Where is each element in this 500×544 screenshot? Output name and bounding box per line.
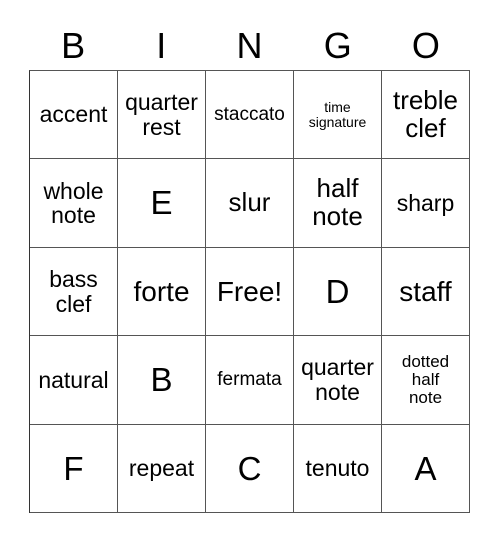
header-letter-b: B — [61, 25, 86, 66]
bingo-cell[interactable]: treble clef — [382, 71, 470, 160]
bingo-cell[interactable]: time signature — [294, 71, 382, 160]
bingo-cell[interactable]: natural — [30, 336, 118, 425]
bingo-cell-free[interactable]: Free! — [206, 247, 294, 337]
bingo-cell-label: F — [63, 449, 84, 487]
bingo-cell-label: whole note — [43, 177, 104, 229]
bingo-row: bass clef forte Free! D staff — [30, 247, 470, 337]
bingo-cell-label: natural — [38, 366, 109, 393]
bingo-cell-label: repeat — [128, 455, 195, 482]
bingo-row: F repeat C tenuto A — [30, 424, 470, 514]
bingo-card: B I N G O accent quarter rest staccato t… — [0, 0, 500, 544]
bingo-cell[interactable]: staff — [382, 247, 470, 337]
bingo-cell[interactable]: quarter note — [294, 336, 382, 425]
bingo-cell[interactable]: tenuto — [294, 424, 382, 514]
bingo-cell[interactable]: A — [382, 424, 470, 514]
bingo-cell-label: staccato — [214, 103, 285, 125]
bingo-cell-label: sharp — [396, 189, 455, 216]
bingo-cell-label: tenuto — [305, 455, 370, 482]
bingo-grid: accent quarter rest staccato time signat… — [29, 70, 470, 514]
bingo-cell-label: treble clef — [392, 84, 459, 143]
bingo-cell[interactable]: accent — [30, 71, 118, 160]
bingo-cell-label: bass clef — [49, 265, 98, 317]
header-letter-n: N — [236, 25, 263, 66]
bingo-cell-label: accent — [39, 101, 108, 128]
bingo-cell[interactable]: fermata — [206, 336, 294, 425]
bingo-row: natural B fermata quarter note dotted ha… — [30, 336, 470, 425]
bingo-cell-label: time signature — [308, 98, 367, 130]
bingo-cell-label: Free! — [216, 275, 283, 307]
bingo-cell[interactable]: bass clef — [30, 247, 118, 337]
bingo-cell-label: quarter note — [301, 354, 374, 405]
bingo-cell[interactable]: C — [206, 424, 294, 514]
bingo-cell[interactable]: E — [118, 159, 206, 248]
bingo-cell-label: staff — [399, 275, 452, 307]
bingo-cell[interactable]: F — [30, 424, 118, 514]
bingo-cell-label: B — [150, 361, 173, 399]
header-letter-i: I — [156, 25, 167, 66]
bingo-cell[interactable]: quarter rest — [118, 71, 206, 160]
bingo-cell[interactable]: repeat — [118, 424, 206, 514]
bingo-cell[interactable]: whole note — [30, 159, 118, 248]
bingo-header-row: B I N G O — [29, 22, 470, 70]
bingo-cell[interactable]: slur — [206, 159, 294, 248]
bingo-cell[interactable]: half note — [294, 159, 382, 248]
bingo-cell-label: A — [414, 449, 437, 487]
bingo-cell[interactable]: staccato — [206, 71, 294, 160]
header-letter-g: G — [323, 25, 352, 66]
bingo-cell[interactable]: sharp — [382, 159, 470, 248]
bingo-cell-label: half note — [312, 173, 363, 232]
bingo-cell[interactable]: B — [118, 336, 206, 425]
bingo-cell-label: C — [237, 449, 262, 487]
bingo-cell-label: D — [325, 272, 350, 310]
bingo-cell-label: E — [150, 184, 173, 222]
bingo-cell-label: dotted half note — [401, 351, 450, 408]
bingo-cell-label: quarter rest — [125, 89, 198, 140]
bingo-cell-label: forte — [133, 275, 190, 307]
bingo-row: whole note E slur half note sharp — [30, 159, 470, 248]
bingo-cell[interactable]: dotted half note — [382, 336, 470, 425]
header-letter-o: O — [411, 25, 440, 66]
bingo-cell[interactable]: forte — [118, 247, 206, 337]
bingo-row: accent quarter rest staccato time signat… — [30, 71, 470, 160]
bingo-cell-label: slur — [228, 187, 271, 218]
bingo-cell[interactable]: D — [294, 247, 382, 337]
bingo-cell-label: fermata — [217, 368, 282, 390]
